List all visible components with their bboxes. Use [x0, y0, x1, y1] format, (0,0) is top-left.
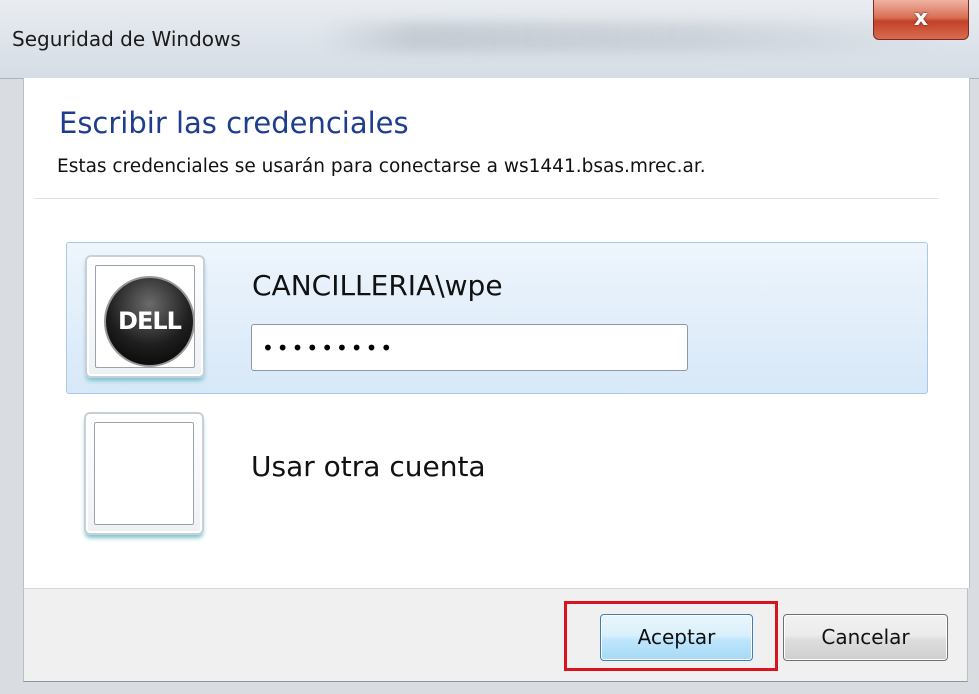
dialog-subtitle: Estas credenciales se usarán para conect…	[57, 156, 706, 177]
account-tile-other[interactable]: Usar otra cuenta	[66, 398, 928, 548]
dialog-content: Escribir las credenciales Estas credenci…	[23, 78, 970, 588]
blurred-background	[320, 22, 940, 52]
dell-logo-text: DELL	[118, 307, 182, 335]
blank-user-tile-icon	[94, 422, 194, 525]
account-username: CANCILLERIA\wpe	[252, 269, 503, 302]
window-title: Seguridad de Windows	[12, 27, 241, 51]
close-icon: x	[913, 6, 929, 31]
avatar: DELL	[95, 265, 195, 368]
dialog-heading: Escribir las credenciales	[59, 106, 409, 140]
account-tile-selected[interactable]: DELL CANCILLERIA\wpe	[66, 242, 928, 394]
highlight-box	[564, 601, 778, 671]
avatar-frame: DELL	[85, 255, 205, 378]
title-bar: Seguridad de Windows x	[0, 0, 979, 79]
password-field[interactable]	[251, 324, 688, 371]
other-account-label: Usar otra cuenta	[251, 450, 486, 483]
separator	[34, 198, 939, 199]
cancel-button[interactable]: Cancelar	[783, 614, 948, 661]
avatar-frame-blank	[84, 412, 204, 535]
close-button[interactable]: x	[873, 0, 969, 40]
dell-logo-icon: DELL	[104, 276, 195, 367]
button-bar: Aceptar Cancelar	[23, 588, 968, 682]
